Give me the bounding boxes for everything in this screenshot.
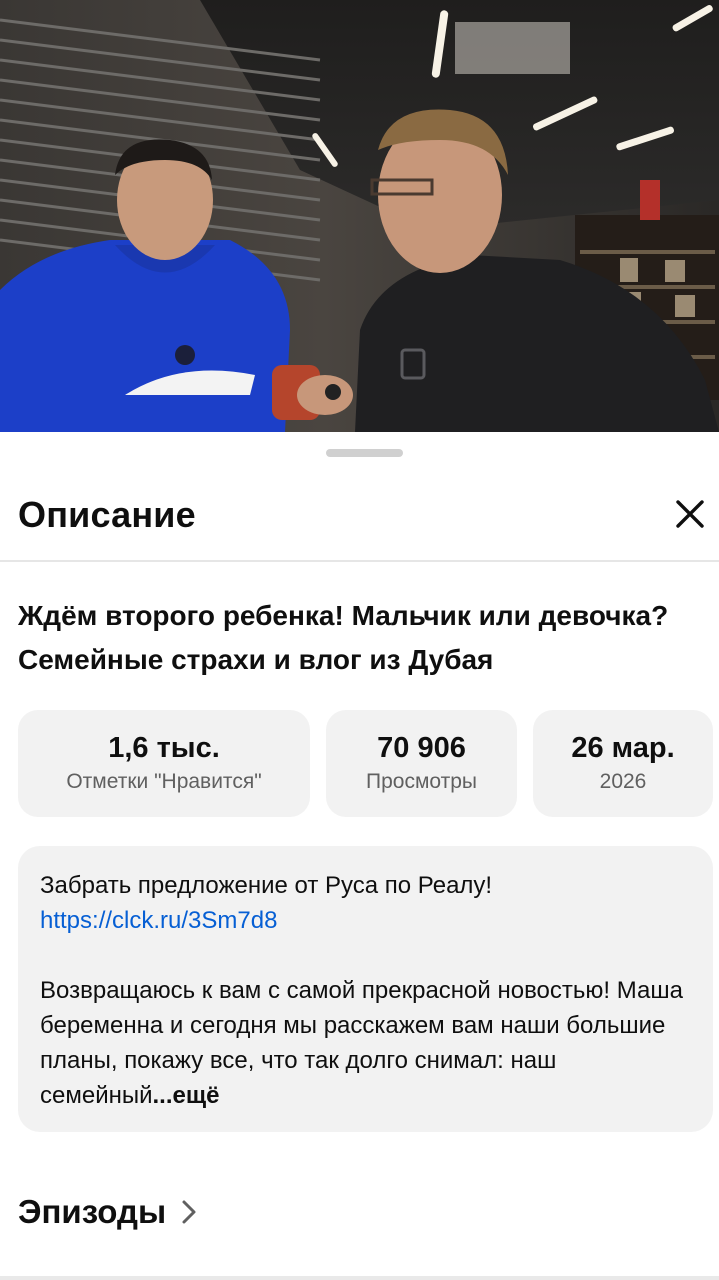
- upload-date: 26 мар.: [571, 732, 675, 764]
- date-stat: 26 мар. 2026: [533, 710, 713, 817]
- description-promo: Забрать предложение от Руса по Реалу!: [40, 872, 493, 899]
- video-title: Ждём второго ребенка! Мальчик или девочк…: [18, 600, 669, 675]
- description-body: Возвращаюсь к вам с самой прекрасной нов…: [40, 977, 683, 1109]
- video-frame: [0, 0, 719, 432]
- next-section-edge: [0, 1276, 719, 1280]
- views-label: Просмотры: [366, 770, 477, 793]
- upload-year: 2026: [599, 770, 647, 793]
- close-icon: [676, 500, 704, 528]
- likes-stat: 1,6 тыс. Отметки "Нравится": [18, 710, 310, 817]
- description-box[interactable]: Забрать предложение от Руса по Реалу! ht…: [18, 846, 713, 1132]
- description-body-wrap: Возвращаюсь к вам с самой прекрасной нов…: [40, 973, 690, 1113]
- views-stat: 70 906 Просмотры: [326, 710, 517, 817]
- description-text: Забрать предложение от Руса по Реалу! ht…: [40, 868, 690, 1113]
- likes-label: Отметки "Нравится": [66, 770, 262, 793]
- chevron-right-icon: [182, 1200, 196, 1224]
- drag-handle[interactable]: [326, 449, 403, 457]
- show-more-link[interactable]: ...ещё: [153, 1082, 220, 1109]
- close-button[interactable]: [668, 492, 712, 536]
- sheet-title: Описание: [18, 494, 196, 535]
- likes-count: 1,6 тыс.: [108, 732, 220, 764]
- description-link[interactable]: https://clck.ru/3Sm7d8: [40, 907, 277, 934]
- views-count: 70 906: [377, 732, 466, 764]
- video-player[interactable]: [0, 0, 719, 432]
- episodes-label: Эпизоды: [18, 1193, 167, 1230]
- description-sheet: Описание Ждём второго ребенка! Мальчик и…: [0, 432, 719, 1280]
- header-divider: [0, 560, 719, 562]
- episodes-header[interactable]: Эпизоды: [18, 1188, 200, 1236]
